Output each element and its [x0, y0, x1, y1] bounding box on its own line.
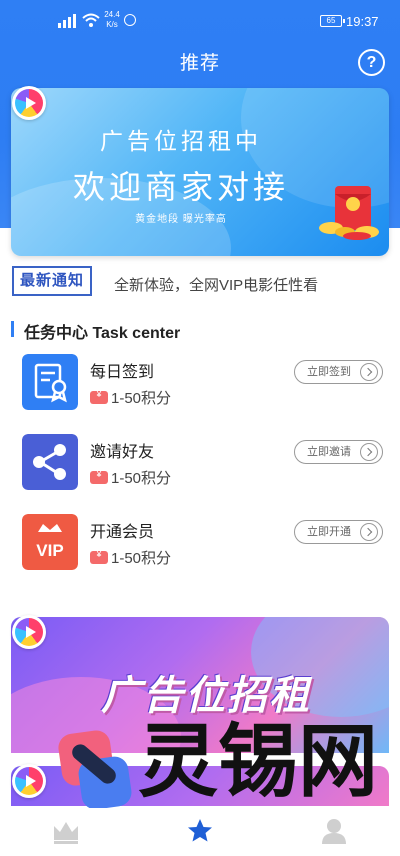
chevron-right-icon: [360, 363, 378, 381]
svg-text:VIP: VIP: [36, 541, 63, 560]
task-name: 邀请好友: [90, 444, 155, 461]
task-center-title: 任务中心 Task center: [24, 325, 181, 342]
share-icon: [22, 434, 78, 490]
coupon-icon: [90, 549, 108, 564]
vip-crown-icon: VIP: [22, 514, 78, 570]
signal-icon: [58, 14, 76, 28]
section-marker: [11, 321, 14, 337]
certificate-icon: [22, 354, 78, 410]
banner-tagline: 黄金地段 曝光率高: [135, 214, 227, 225]
play-icon: [12, 764, 46, 798]
task-name: 开通会员: [90, 524, 155, 541]
task-reward: 1-50积分: [90, 547, 171, 568]
notice-tag: 最新通知: [12, 266, 92, 296]
task-reward: 1-50积分: [90, 387, 171, 408]
crown-icon[interactable]: [46, 816, 86, 846]
wifi-icon: [82, 13, 100, 27]
bottom-nav: [0, 808, 400, 856]
page-title: 推荐: [179, 53, 220, 74]
notice-text[interactable]: 全新体验，全网VIP电影任性看: [114, 274, 318, 295]
banner-subheadline: 欢迎商家对接: [72, 169, 289, 205]
task-item-checkin: 每日签到 1-50积分 立即签到: [0, 354, 400, 418]
task-reward: 1-50积分: [90, 467, 171, 488]
user-icon[interactable]: [314, 816, 354, 846]
task-item-vip: VIP 开通会员 1-50积分 立即开通: [0, 514, 400, 578]
coupon-icon: [90, 389, 108, 404]
red-envelope-icon: [319, 186, 379, 240]
status-bar: 24.4 K/s 65 19:37: [0, 0, 400, 44]
battery-icon: 65: [320, 15, 345, 27]
network-speed: 24.4 K/s: [104, 10, 120, 29]
chevron-right-icon: [360, 523, 378, 541]
task-item-invite: 邀请好友 1-50积分 立即邀请: [0, 434, 400, 498]
ad-banner[interactable]: 广告位招租中 欢迎商家对接 黄金地段 曝光率高: [11, 88, 389, 256]
hd-indicator-icon: [124, 14, 136, 26]
task-name: 每日签到: [90, 364, 155, 381]
play-icon: [12, 615, 46, 649]
invite-button[interactable]: 立即邀请: [294, 440, 383, 464]
checkin-button[interactable]: 立即签到: [294, 360, 383, 384]
help-button[interactable]: ?: [358, 49, 385, 76]
status-time: 19:37: [346, 14, 379, 29]
watermark-logo-icon: [58, 730, 132, 810]
banner-headline: 广告位招租中: [100, 128, 262, 154]
star-icon[interactable]: [180, 816, 220, 846]
vip-button[interactable]: 立即开通: [294, 520, 383, 544]
coupon-icon: [90, 469, 108, 484]
watermark-text: 灵锡网: [138, 717, 378, 806]
play-icon: [12, 86, 46, 120]
chevron-right-icon: [360, 443, 378, 461]
